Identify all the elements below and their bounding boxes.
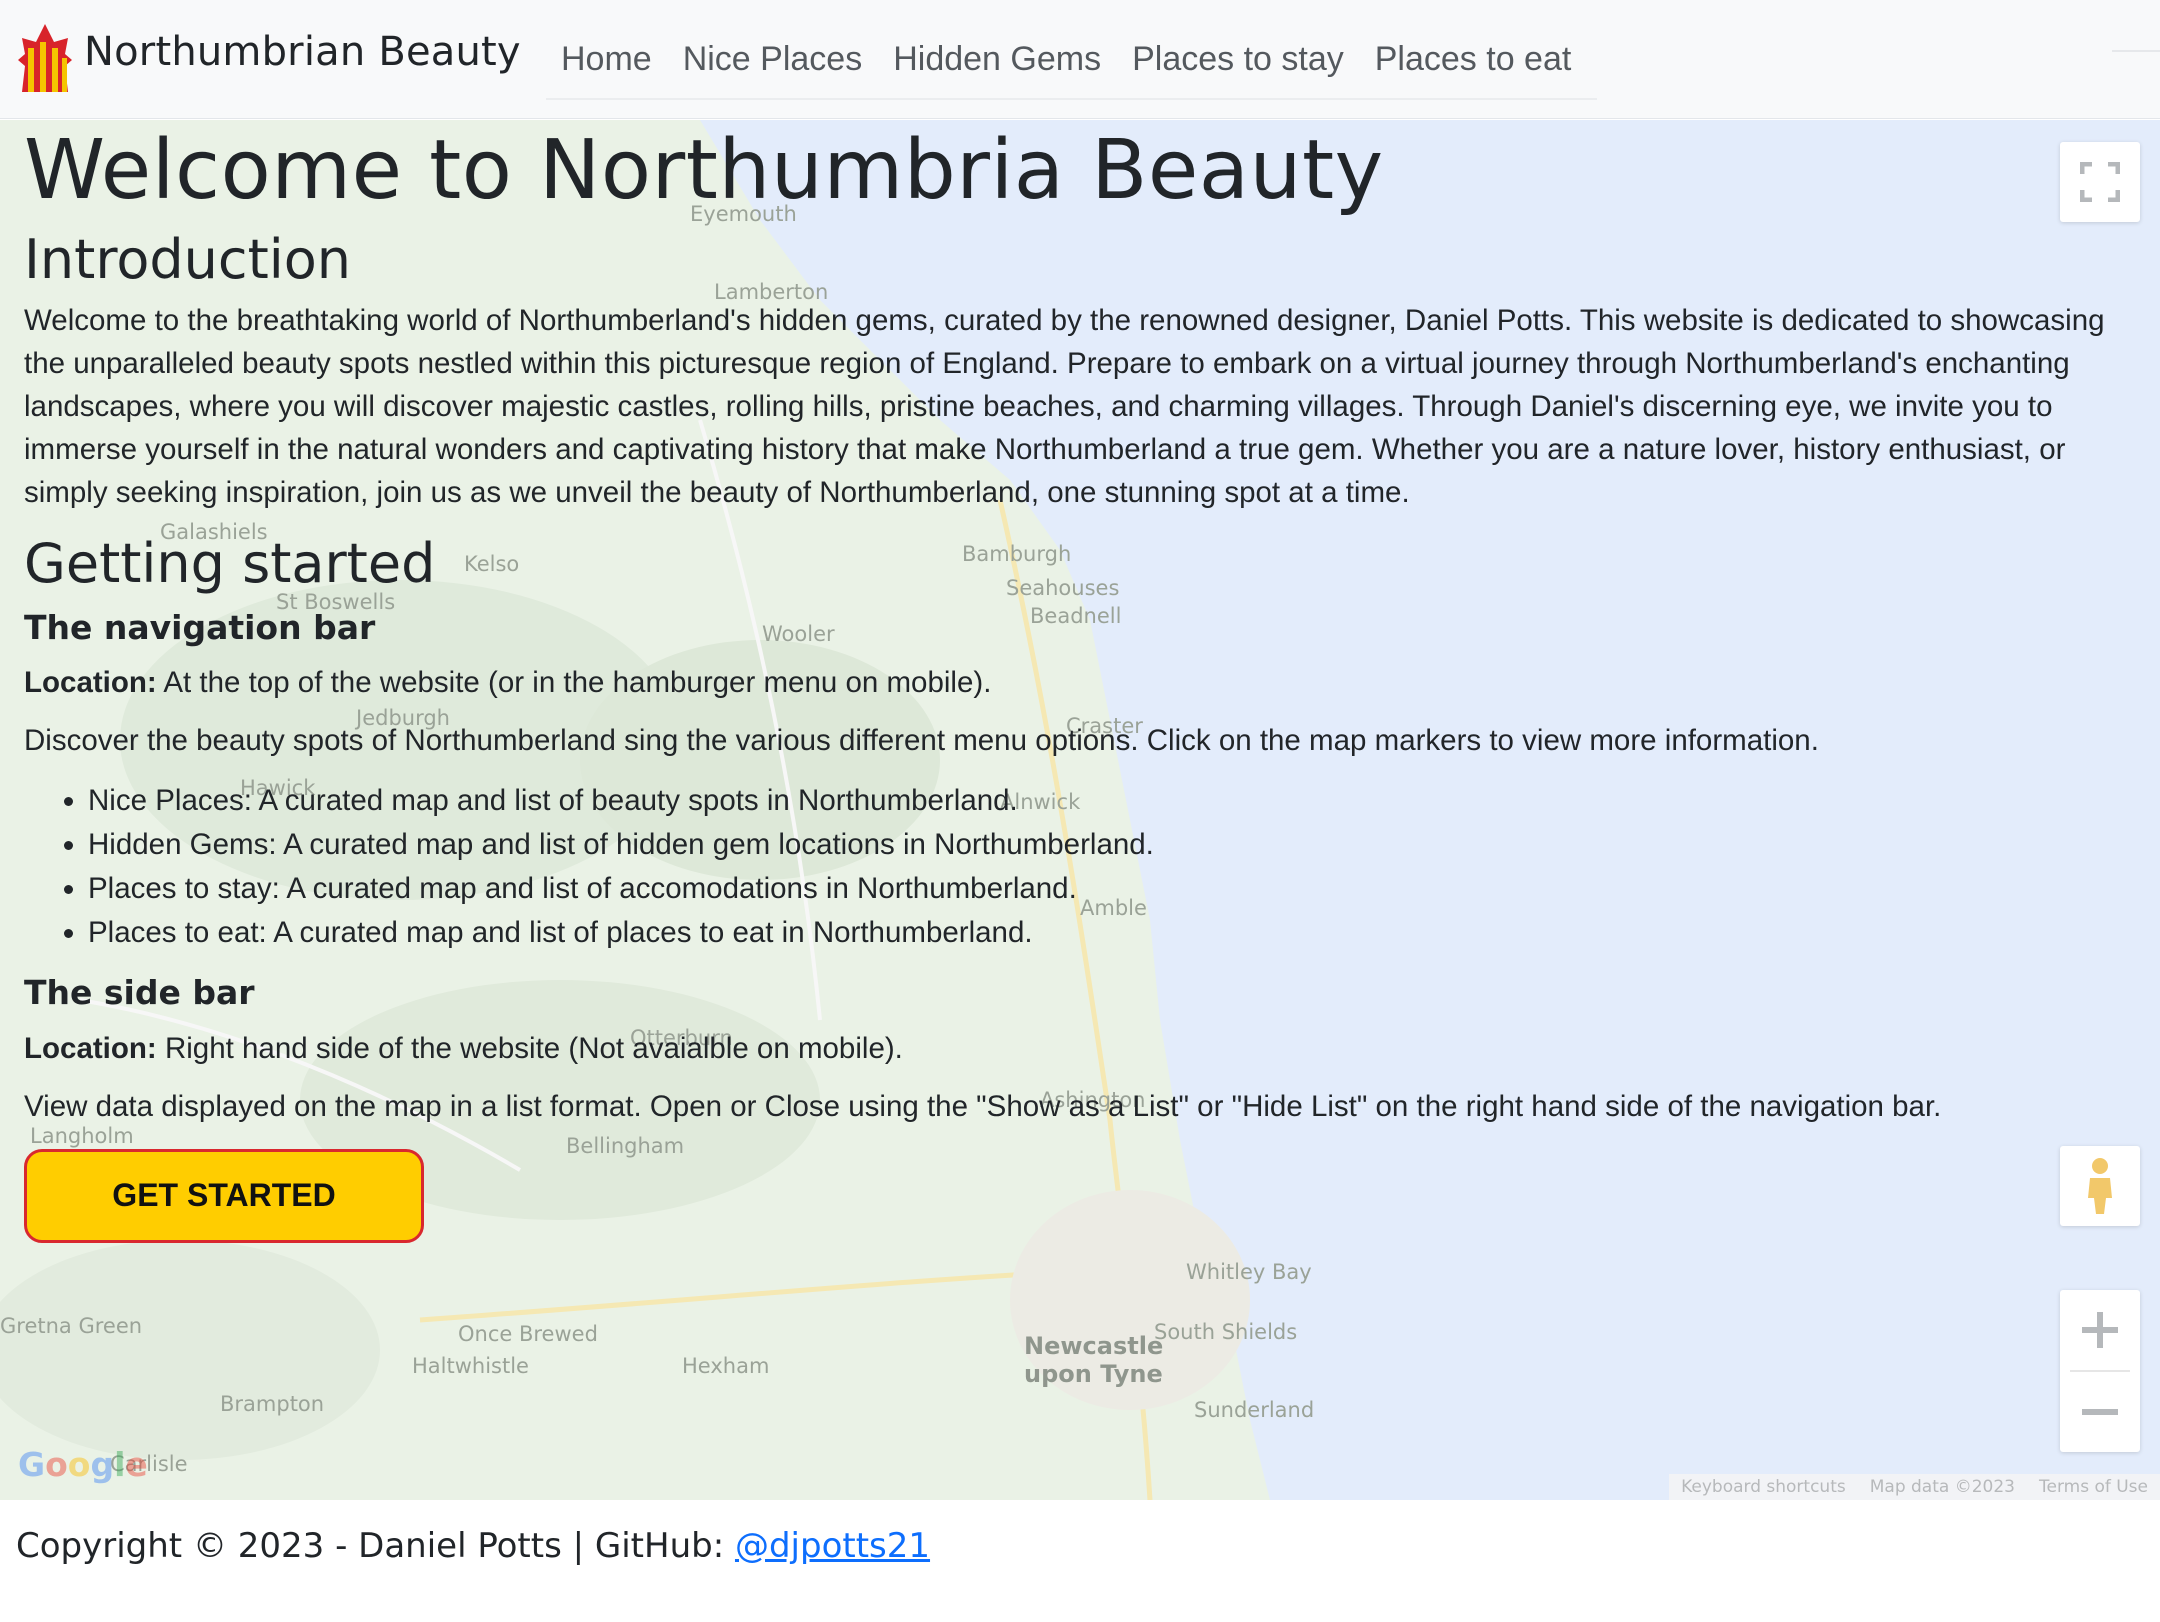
main-nav: Home Nice Places Hidden Gems Places to s…	[546, 0, 1598, 100]
zoom-out-icon	[2082, 1409, 2118, 1415]
nav-item-home[interactable]: Home	[546, 0, 668, 98]
map-label: South Shields	[1154, 1320, 1298, 1344]
zoom-in-icon	[2082, 1312, 2118, 1348]
map-label: Hexham	[682, 1354, 770, 1378]
sidebar-section-heading: The side bar	[24, 973, 255, 1013]
list-item: Places to eat: A curated map and list of…	[88, 911, 2144, 955]
nav-item-places-to-stay[interactable]: Places to stay	[1117, 0, 1360, 98]
list-item: Hidden Gems: A curated map and list of h…	[88, 823, 2144, 867]
sidebar-description: View data displayed on the map in a list…	[24, 1089, 1942, 1123]
welcome-content: Welcome to Northumbria Beauty Introducti…	[24, 120, 2144, 1243]
copyright-label: Copyright © 2023 - Daniel Potts | GitHub…	[16, 1526, 735, 1566]
nav-item-hidden-gems[interactable]: Hidden Gems	[878, 0, 1117, 98]
location-label: Location:	[24, 666, 157, 700]
copyright-text: Copyright © 2023 - Daniel Potts | GitHub…	[16, 1526, 930, 1566]
page-footer: Copyright © 2023 - Daniel Potts | GitHub…	[0, 1500, 2160, 1622]
list-item: Places to stay: A curated map and list o…	[88, 867, 2144, 911]
brand-name: Northumbrian Beauty	[84, 29, 521, 75]
map-label: Once Brewed	[458, 1322, 598, 1346]
menu-options-list: Nice Places: A curated map and list of b…	[24, 779, 2144, 955]
nav-item-places-to-eat[interactable]: Places to eat	[1360, 0, 1588, 98]
get-started-button[interactable]: GET STARTED	[24, 1148, 424, 1243]
map-label: Whitley Bay	[1186, 1260, 1312, 1284]
keyboard-shortcuts-link[interactable]: Keyboard shortcuts	[1669, 1474, 1858, 1500]
zoom-control	[2060, 1290, 2140, 1452]
navbar-description: Discover the beauty spots of Northumberl…	[24, 724, 1819, 758]
github-link[interactable]: @djpotts21	[735, 1526, 930, 1566]
location-label: Location:	[24, 1031, 157, 1065]
navbar-section-heading: The navigation bar	[24, 607, 376, 647]
sidebar-location-text: Right hand side of the website (Not avai…	[156, 1031, 903, 1065]
sidebar-location: Location: Right hand side of the website…	[24, 1029, 2144, 1069]
intro-paragraph: Welcome to the breathtaking world of Nor…	[24, 304, 2105, 510]
navbar-divider	[2112, 50, 2160, 52]
list-item: Nice Places: A curated map and list of b…	[88, 779, 2144, 823]
nav-item-nice-places[interactable]: Nice Places	[668, 0, 879, 98]
brand-link[interactable]: Northumbrian Beauty	[18, 22, 521, 96]
map-label: Brampton	[220, 1392, 325, 1416]
map-data-credit: Map data ©2023	[1869, 1477, 2015, 1497]
intro-heading: Introduction	[24, 228, 352, 291]
navbar-location-text: At the top of the website (or in the ham…	[156, 666, 992, 700]
getting-started-heading: Getting started	[24, 532, 436, 596]
northumberland-flag-icon	[18, 24, 72, 92]
map-attribution: Keyboard shortcuts Map data ©2023 Terms …	[1669, 1474, 2160, 1500]
google-logo: Google	[18, 1445, 148, 1484]
navbar: Northumbrian Beauty Home Nice Places Hid…	[0, 0, 2160, 119]
map-label: Newcastle upon Tyne	[1024, 1332, 1164, 1388]
terms-of-use-link[interactable]: Terms of Use	[2027, 1474, 2160, 1500]
map-label: Gretna Green	[0, 1314, 143, 1338]
page-title: Welcome to Northumbria Beauty	[24, 123, 1384, 218]
map-label: Sunderland	[1194, 1398, 1315, 1422]
zoom-in-button[interactable]	[2060, 1290, 2140, 1370]
navbar-location: Location: At the top of the website (or …	[24, 663, 2144, 703]
map-label: Haltwhistle	[412, 1354, 529, 1378]
zoom-out-button[interactable]	[2060, 1372, 2140, 1452]
